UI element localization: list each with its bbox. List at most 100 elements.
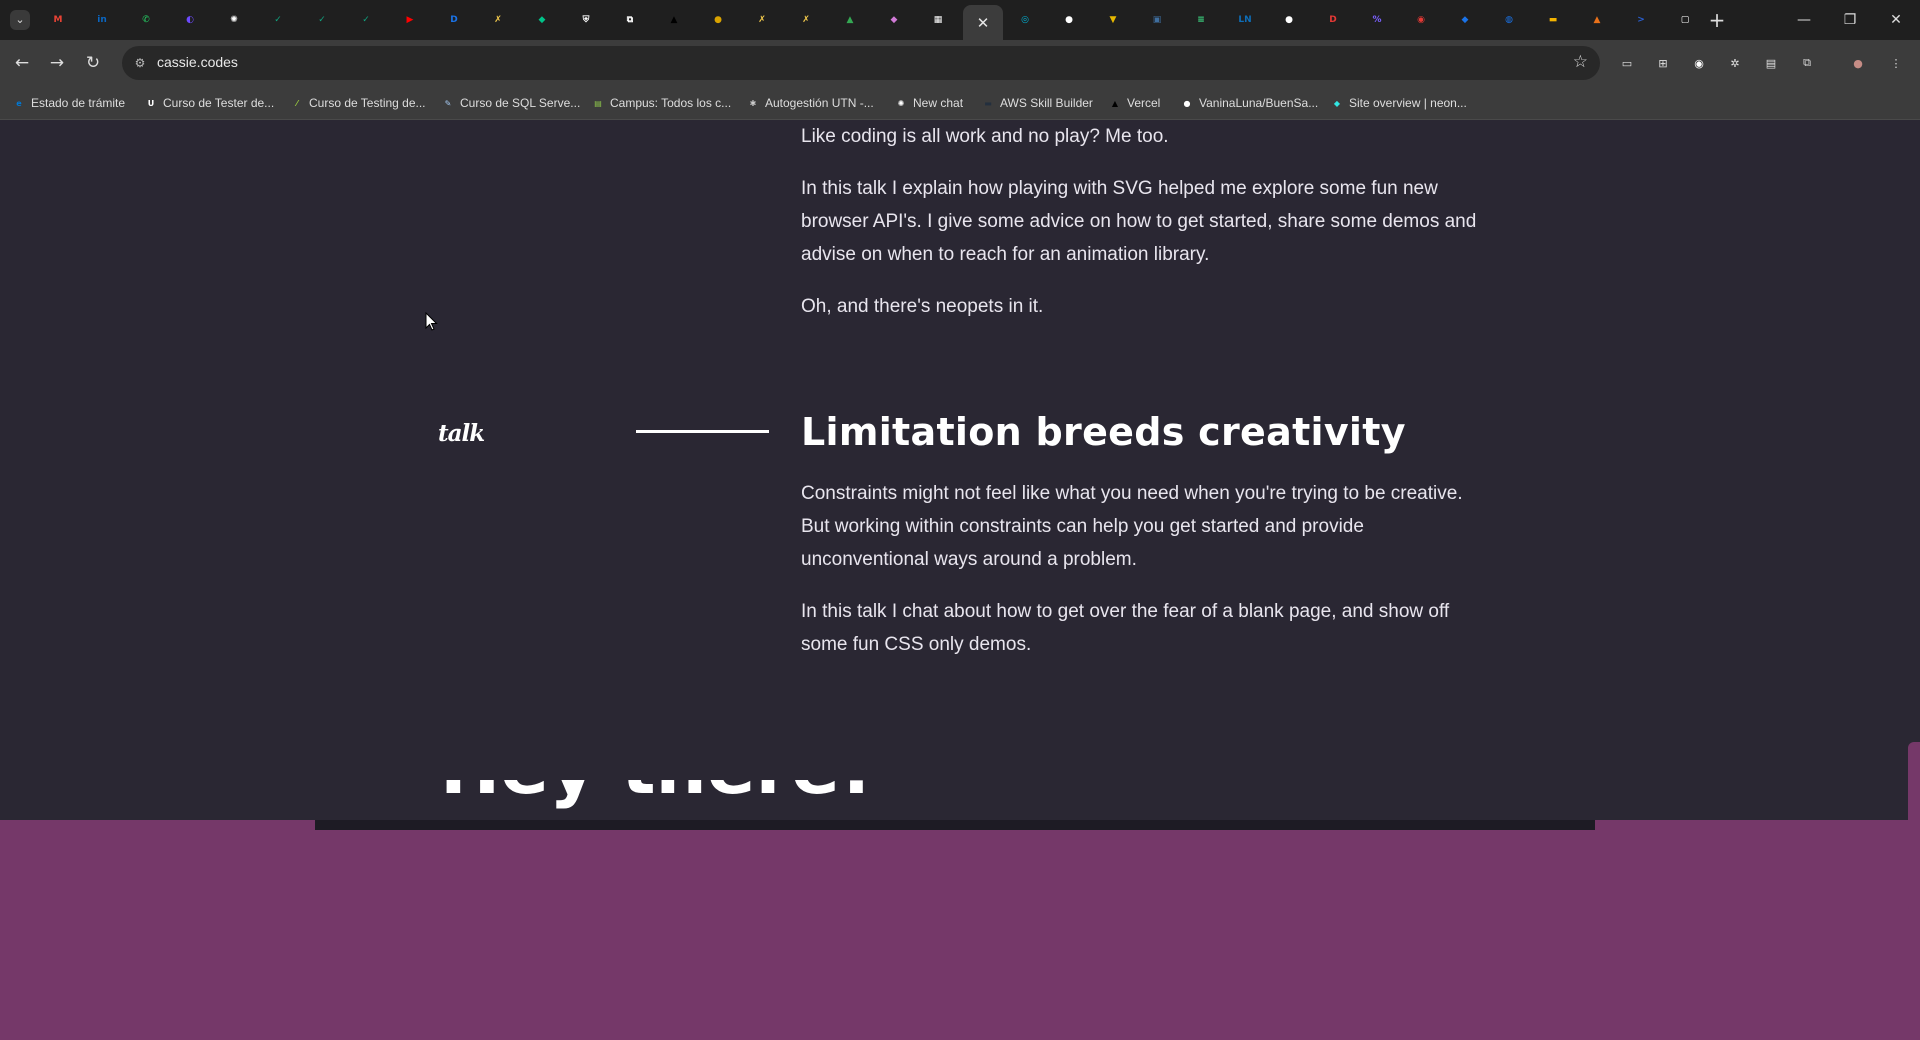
hey-heading-text: Hey there! — [440, 780, 873, 810]
new-tab-button[interactable]: + — [1705, 8, 1729, 32]
browser-tab[interactable]: D — [432, 5, 476, 35]
bookmark-item[interactable]: ● VaninaLuna/BuenSa... — [1180, 94, 1319, 112]
paragraph: Constraints might not feel like what you… — [801, 483, 1463, 570]
proton-icon: ◐ — [186, 15, 194, 25]
app-icon: ◎ — [1021, 15, 1029, 25]
app-icon: ▼ — [1109, 15, 1117, 25]
browser-tab[interactable]: ✓ — [256, 5, 300, 35]
bookmark-label: AWS Skill Builder — [1000, 96, 1093, 110]
browser-tab[interactable]: D — [1311, 5, 1355, 35]
browser-tab[interactable]: ● — [696, 5, 740, 35]
forward-button[interactable]: → — [43, 49, 71, 77]
browser-tab[interactable]: ◍ — [1487, 5, 1531, 35]
hey-there-section — [0, 820, 1920, 1040]
browser-tab[interactable]: ▬ — [1531, 5, 1575, 35]
browser-tab[interactable]: ◉ — [1399, 5, 1443, 35]
browser-tab[interactable]: ▣ — [1135, 5, 1179, 35]
bookmark-label: Curso de SQL Serve... — [460, 96, 581, 110]
browser-tab[interactable]: ◆ — [1443, 5, 1487, 35]
browser-tab[interactable]: ● — [1047, 5, 1091, 35]
browser-tab[interactable]: ● — [1267, 5, 1311, 35]
bookmark-label: Campus: Todos los c... — [610, 96, 732, 110]
bookmark-item[interactable]: ✎ Curso de SQL Serve... — [441, 94, 581, 112]
bookmark-item[interactable]: ✺ New chat — [894, 94, 963, 112]
browser-tab[interactable]: LN — [1223, 5, 1267, 35]
bookmark-item[interactable]: ⁄ Curso de Testing de... — [290, 94, 425, 112]
address-bar[interactable]: ⚙ cassie.codes ☆ — [122, 46, 1600, 80]
paragraph: In this talk I chat about how to get ove… — [801, 601, 1450, 655]
bookmark-item[interactable]: ▤ Campus: Todos los c... — [591, 94, 731, 112]
close-window-button[interactable]: ✕ — [1876, 8, 1916, 32]
browser-tab[interactable]: % — [1355, 5, 1399, 35]
browser-tab[interactable]: ▦ — [916, 5, 960, 35]
bookmark-star-icon[interactable]: ☆ — [1573, 52, 1588, 72]
browser-tab[interactable]: ✗ — [476, 5, 520, 35]
talk-title[interactable]: Limitation breeds creativity — [801, 410, 1406, 454]
browser-tab[interactable]: ▲ — [1575, 5, 1619, 35]
bookmark-item[interactable]: e Estado de trámite — [12, 94, 125, 112]
bookmark-item[interactable]: ◆ Site overview | neon... — [1330, 94, 1467, 112]
app-icon: ✱ — [749, 98, 757, 108]
tab-search-button[interactable]: ⌄ — [10, 10, 30, 30]
screenshot-icon[interactable]: ▭ — [1617, 53, 1637, 73]
app-icon: ▲ — [1593, 15, 1601, 25]
browser-tab[interactable]: ⧉ — [608, 5, 652, 35]
bookmark-item[interactable]: ▲ Vercel — [1108, 94, 1160, 112]
browser-tab[interactable]: ✺ — [212, 5, 256, 35]
app-icon: ● — [714, 15, 722, 25]
browser-tab[interactable]: ⛨ — [564, 5, 608, 35]
extension-icon[interactable]: ▤ — [1761, 53, 1781, 73]
bookmark-label: Vercel — [1127, 96, 1161, 110]
menu-icon[interactable]: ⋮ — [1886, 53, 1906, 73]
bookmark-label: Autogestión UTN -... — [765, 96, 874, 110]
browser-tab[interactable]: ✗ — [740, 5, 784, 35]
avatar-icon[interactable]: ● — [1848, 53, 1868, 73]
chevron-down-icon: ⌄ — [15, 14, 25, 26]
scrollbar-thumb[interactable] — [1908, 742, 1920, 912]
shield-icon: ⛨ — [582, 15, 590, 25]
paragraph: Like coding is all work and no play? Me … — [801, 126, 1169, 147]
browser-tab[interactable]: in — [80, 5, 124, 35]
browser-tab[interactable]: ◎ — [1003, 5, 1047, 35]
bookmark-label: VaninaLuna/BuenSa... — [1199, 96, 1319, 110]
bookmark-item[interactable]: U Curso de Tester de... — [144, 94, 274, 112]
app-icon: D — [1329, 15, 1337, 25]
browser-tab[interactable]: ✆ — [124, 5, 168, 35]
browser-tab[interactable]: ✓ — [300, 5, 344, 35]
powershell-icon: > — [1637, 15, 1645, 25]
tool-icon: ✗ — [494, 15, 502, 25]
browser-tab[interactable]: ▼ — [1091, 5, 1135, 35]
close-icon[interactable]: ✕ — [977, 14, 990, 32]
browser-tab[interactable]: ≡ — [1179, 5, 1223, 35]
settings-icon[interactable]: ✲ — [1725, 53, 1745, 73]
talk-label: talk — [438, 420, 485, 447]
browser-tab[interactable]: ▢ — [1663, 5, 1707, 35]
browser-tab[interactable]: ▶ — [388, 5, 432, 35]
url-text[interactable]: cassie.codes — [157, 54, 238, 70]
browser-tab[interactable]: ▲ — [828, 5, 872, 35]
browser-tab[interactable]: M — [36, 5, 80, 35]
browser-tab[interactable]: > — [1619, 5, 1663, 35]
reload-button[interactable]: ↻ — [79, 49, 107, 77]
site-info-icon[interactable]: ⚙ — [132, 55, 148, 71]
translate-icon[interactable]: ⊞ — [1653, 53, 1673, 73]
browser-tab[interactable]: ▲ — [652, 5, 696, 35]
back-button[interactable]: ← — [8, 49, 36, 77]
puzzle-icon[interactable]: ⧉ — [1797, 53, 1817, 73]
browser-tab[interactable]: ◐ — [168, 5, 212, 35]
youtube-icon: ▶ — [406, 15, 414, 25]
bookmark-item[interactable]: ✱ Autogestión UTN -... — [746, 94, 874, 112]
tab-active[interactable]: ✕ — [963, 5, 1003, 40]
page-content: Like coding is all work and no play? Me … — [0, 120, 1920, 1040]
browser-tab[interactable]: ✗ — [784, 5, 828, 35]
edge-icon[interactable]: ◉ — [1689, 53, 1709, 73]
restore-button[interactable]: ❐ — [1830, 8, 1870, 32]
bookmark-item[interactable]: ▬ AWS Skill Builder — [981, 94, 1093, 112]
browser-tab[interactable]: ✓ — [344, 5, 388, 35]
minimize-button[interactable]: — — [1784, 8, 1824, 32]
chatgpt-icon: ✓ — [362, 15, 370, 25]
browser-toolbar: ← → ↻ ⚙ cassie.codes ☆ ▭ ⊞ ◉ ✲ ▤ ⧉ ● ⋮ — [0, 40, 1920, 86]
browser-tab[interactable]: ◆ — [872, 5, 916, 35]
talk-description-1: Like coding is all work and no play? Me … — [801, 120, 1481, 323]
browser-tab[interactable]: ◆ — [520, 5, 564, 35]
